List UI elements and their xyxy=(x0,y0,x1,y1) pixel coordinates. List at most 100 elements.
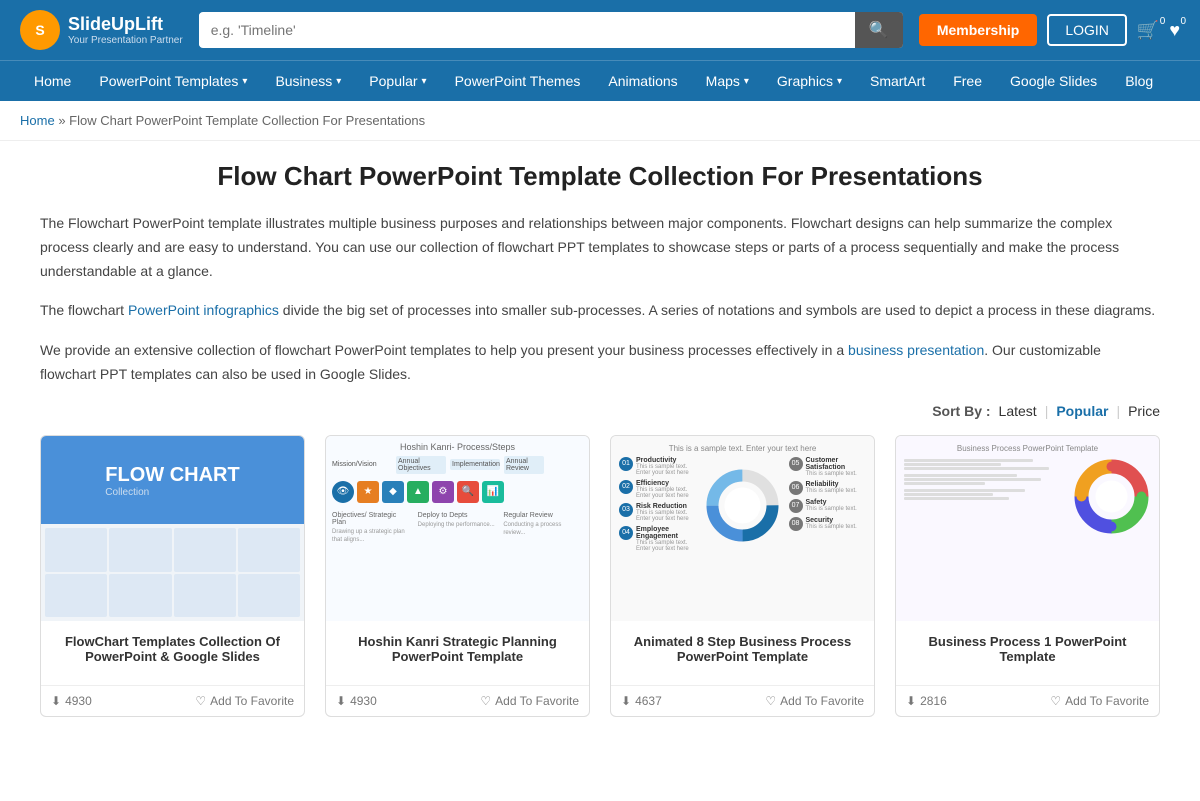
nav-business[interactable]: Business ▾ xyxy=(261,61,355,101)
step-title: Risk Reduction xyxy=(636,503,697,510)
hoshin-impl: Implementation xyxy=(450,459,500,470)
card-footer: ⬇ 2816 ♡ Add To Favorite xyxy=(896,685,1159,716)
step-desc: This is sample text. Enter your text her… xyxy=(636,464,697,476)
heart-icon: ♡ xyxy=(195,694,206,708)
step-title: Customer Satisfaction xyxy=(806,457,867,471)
heart-icon: ♡ xyxy=(1050,694,1061,708)
card-footer: ⬇ 4930 ♡ Add To Favorite xyxy=(326,685,589,716)
download-icon: ⬇ xyxy=(51,694,61,708)
fc-cell xyxy=(109,528,171,571)
sort-latest[interactable]: Latest xyxy=(999,403,1037,419)
business-preview: Business Process PowerPoint Template xyxy=(896,436,1159,621)
business-left xyxy=(904,459,1065,534)
favorite-label: Add To Favorite xyxy=(210,694,294,708)
biz-block-1 xyxy=(904,459,1065,470)
sort-price[interactable]: Price xyxy=(1128,403,1160,419)
product-thumbnail[interactable]: Business Process PowerPoint Template xyxy=(896,436,1159,621)
product-card: Hoshin Kanri- Process/Steps Mission/Visi… xyxy=(325,435,590,717)
fc-cell xyxy=(238,528,300,571)
nav-google-slides[interactable]: Google Slides xyxy=(996,61,1111,101)
hoshin-regular: Regular Review Conducting a process revi… xyxy=(503,512,583,545)
fc-cell xyxy=(109,574,171,617)
logo-tagline: Your Presentation Partner xyxy=(68,35,183,46)
cart-icon[interactable]: 🛒0 xyxy=(1137,20,1159,41)
desc2-pre: The flowchart xyxy=(40,302,128,318)
wishlist-icon[interactable]: ♥0 xyxy=(1169,20,1180,41)
hoshin-deploy-text: Deploying the performance... xyxy=(418,521,498,529)
add-to-favorite-button[interactable]: ♡ Add To Favorite xyxy=(765,694,864,708)
search-input[interactable] xyxy=(199,14,855,46)
hoshin-icon-2: ★ xyxy=(357,481,379,503)
membership-button[interactable]: Membership xyxy=(919,14,1037,46)
biz-line xyxy=(904,482,985,485)
download-icon: ⬇ xyxy=(906,694,916,708)
fc-sub: Collection xyxy=(105,487,239,498)
step-content: Security This is sample text. xyxy=(806,517,857,530)
logo-area[interactable]: S SlideUpLift Your Presentation Partner xyxy=(20,10,183,50)
product-card: FLOW CHART Collection xyxy=(40,435,305,717)
nav-home[interactable]: Home xyxy=(20,61,85,101)
chevron-down-icon: ▾ xyxy=(837,76,842,87)
step-num: 07 xyxy=(789,499,803,513)
hoshin-regular-label: Regular Review xyxy=(503,512,583,519)
step-1: 01 Productivity This is sample text. Ent… xyxy=(619,457,697,476)
step-5: 05 Customer Satisfaction This is sample … xyxy=(789,457,867,477)
fc-cell xyxy=(45,528,107,571)
add-to-favorite-button[interactable]: ♡ Add To Favorite xyxy=(480,694,579,708)
card-footer: ⬇ 4930 ♡ Add To Favorite xyxy=(41,685,304,716)
search-button[interactable]: 🔍 xyxy=(855,12,903,48)
download-number: 4930 xyxy=(350,694,377,708)
fc-title: FLOW CHART xyxy=(105,463,239,487)
favorite-label: Add To Favorite xyxy=(1065,694,1149,708)
powerpoint-infographics-link[interactable]: PowerPoint infographics xyxy=(128,302,279,318)
hoshin-objectives: Annual Objectives xyxy=(396,456,446,474)
nav-graphics[interactable]: Graphics ▾ xyxy=(763,61,856,101)
breadcrumb-separator: » xyxy=(58,113,65,128)
add-to-favorite-button[interactable]: ♡ Add To Favorite xyxy=(195,694,294,708)
favorite-label: Add To Favorite xyxy=(780,694,864,708)
biz-line xyxy=(904,489,1025,492)
nav-free[interactable]: Free xyxy=(939,61,996,101)
chevron-down-icon: ▾ xyxy=(744,76,749,87)
nav-animations[interactable]: Animations xyxy=(594,61,691,101)
product-thumbnail[interactable]: Hoshin Kanri- Process/Steps Mission/Visi… xyxy=(326,436,589,621)
step-title: Safety xyxy=(806,499,857,506)
search-bar: 🔍 xyxy=(199,12,903,48)
sort-popular[interactable]: Popular xyxy=(1056,403,1108,419)
product-card: Business Process PowerPoint Template xyxy=(895,435,1160,717)
chevron-down-icon: ▾ xyxy=(336,76,341,87)
business-presentation-link[interactable]: business presentation xyxy=(848,342,984,358)
nav-smartart[interactable]: SmartArt xyxy=(856,61,939,101)
animated-left: 01 Productivity This is sample text. Ent… xyxy=(619,457,697,555)
business-wheel xyxy=(1071,459,1151,534)
card-title: Hoshin Kanri Strategic Planning PowerPoi… xyxy=(336,631,579,667)
product-thumbnail[interactable]: FLOW CHART Collection xyxy=(41,436,304,621)
hoshin-label: Hoshin Kanri- Process/Steps xyxy=(332,442,583,452)
business-wheel-svg xyxy=(1074,459,1149,534)
add-to-favorite-button[interactable]: ♡ Add To Favorite xyxy=(1050,694,1149,708)
chevron-down-icon: ▾ xyxy=(242,76,247,87)
sort-label: Sort By : xyxy=(932,403,990,419)
step-row: 01 Productivity This is sample text. Ent… xyxy=(619,457,697,552)
sort-divider-2: | xyxy=(1116,403,1120,419)
nav-popular[interactable]: Popular ▾ xyxy=(355,61,440,101)
desc2-post: divide the big set of processes into sma… xyxy=(279,302,1155,318)
nav-powerpoint-templates[interactable]: PowerPoint Templates ▾ xyxy=(85,61,261,101)
step-title: Productivity xyxy=(636,457,697,464)
hoshin-bottom: Objectives/ Strategic Plan Drawing up a … xyxy=(332,512,583,545)
breadcrumb-home[interactable]: Home xyxy=(20,113,55,128)
hoshin-mission: Mission/Vision xyxy=(332,461,392,468)
fc-cell xyxy=(174,528,236,571)
nav-powerpoint-themes[interactable]: PowerPoint Themes xyxy=(441,61,595,101)
hoshin-icon-6: 🔍 xyxy=(457,481,479,503)
step-num: 05 xyxy=(789,457,803,471)
product-thumbnail[interactable]: This is a sample text. Enter your text h… xyxy=(611,436,874,621)
hoshin-strategic-text: Drawing up a strategic plan that aligns.… xyxy=(332,528,412,545)
download-number: 2816 xyxy=(920,694,947,708)
nav-blog[interactable]: Blog xyxy=(1111,61,1167,101)
nav-maps[interactable]: Maps ▾ xyxy=(692,61,763,101)
step-desc: This is sample text. Enter your text her… xyxy=(636,540,697,552)
description-1: The Flowchart PowerPoint template illust… xyxy=(40,212,1160,283)
hoshin-icon-3: ◆ xyxy=(382,481,404,503)
login-button[interactable]: LOGIN xyxy=(1047,14,1127,46)
